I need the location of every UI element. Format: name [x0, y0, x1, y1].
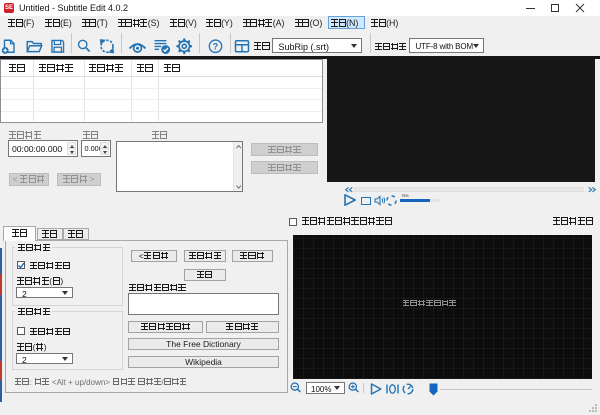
svg-text:?: ?: [212, 41, 217, 51]
